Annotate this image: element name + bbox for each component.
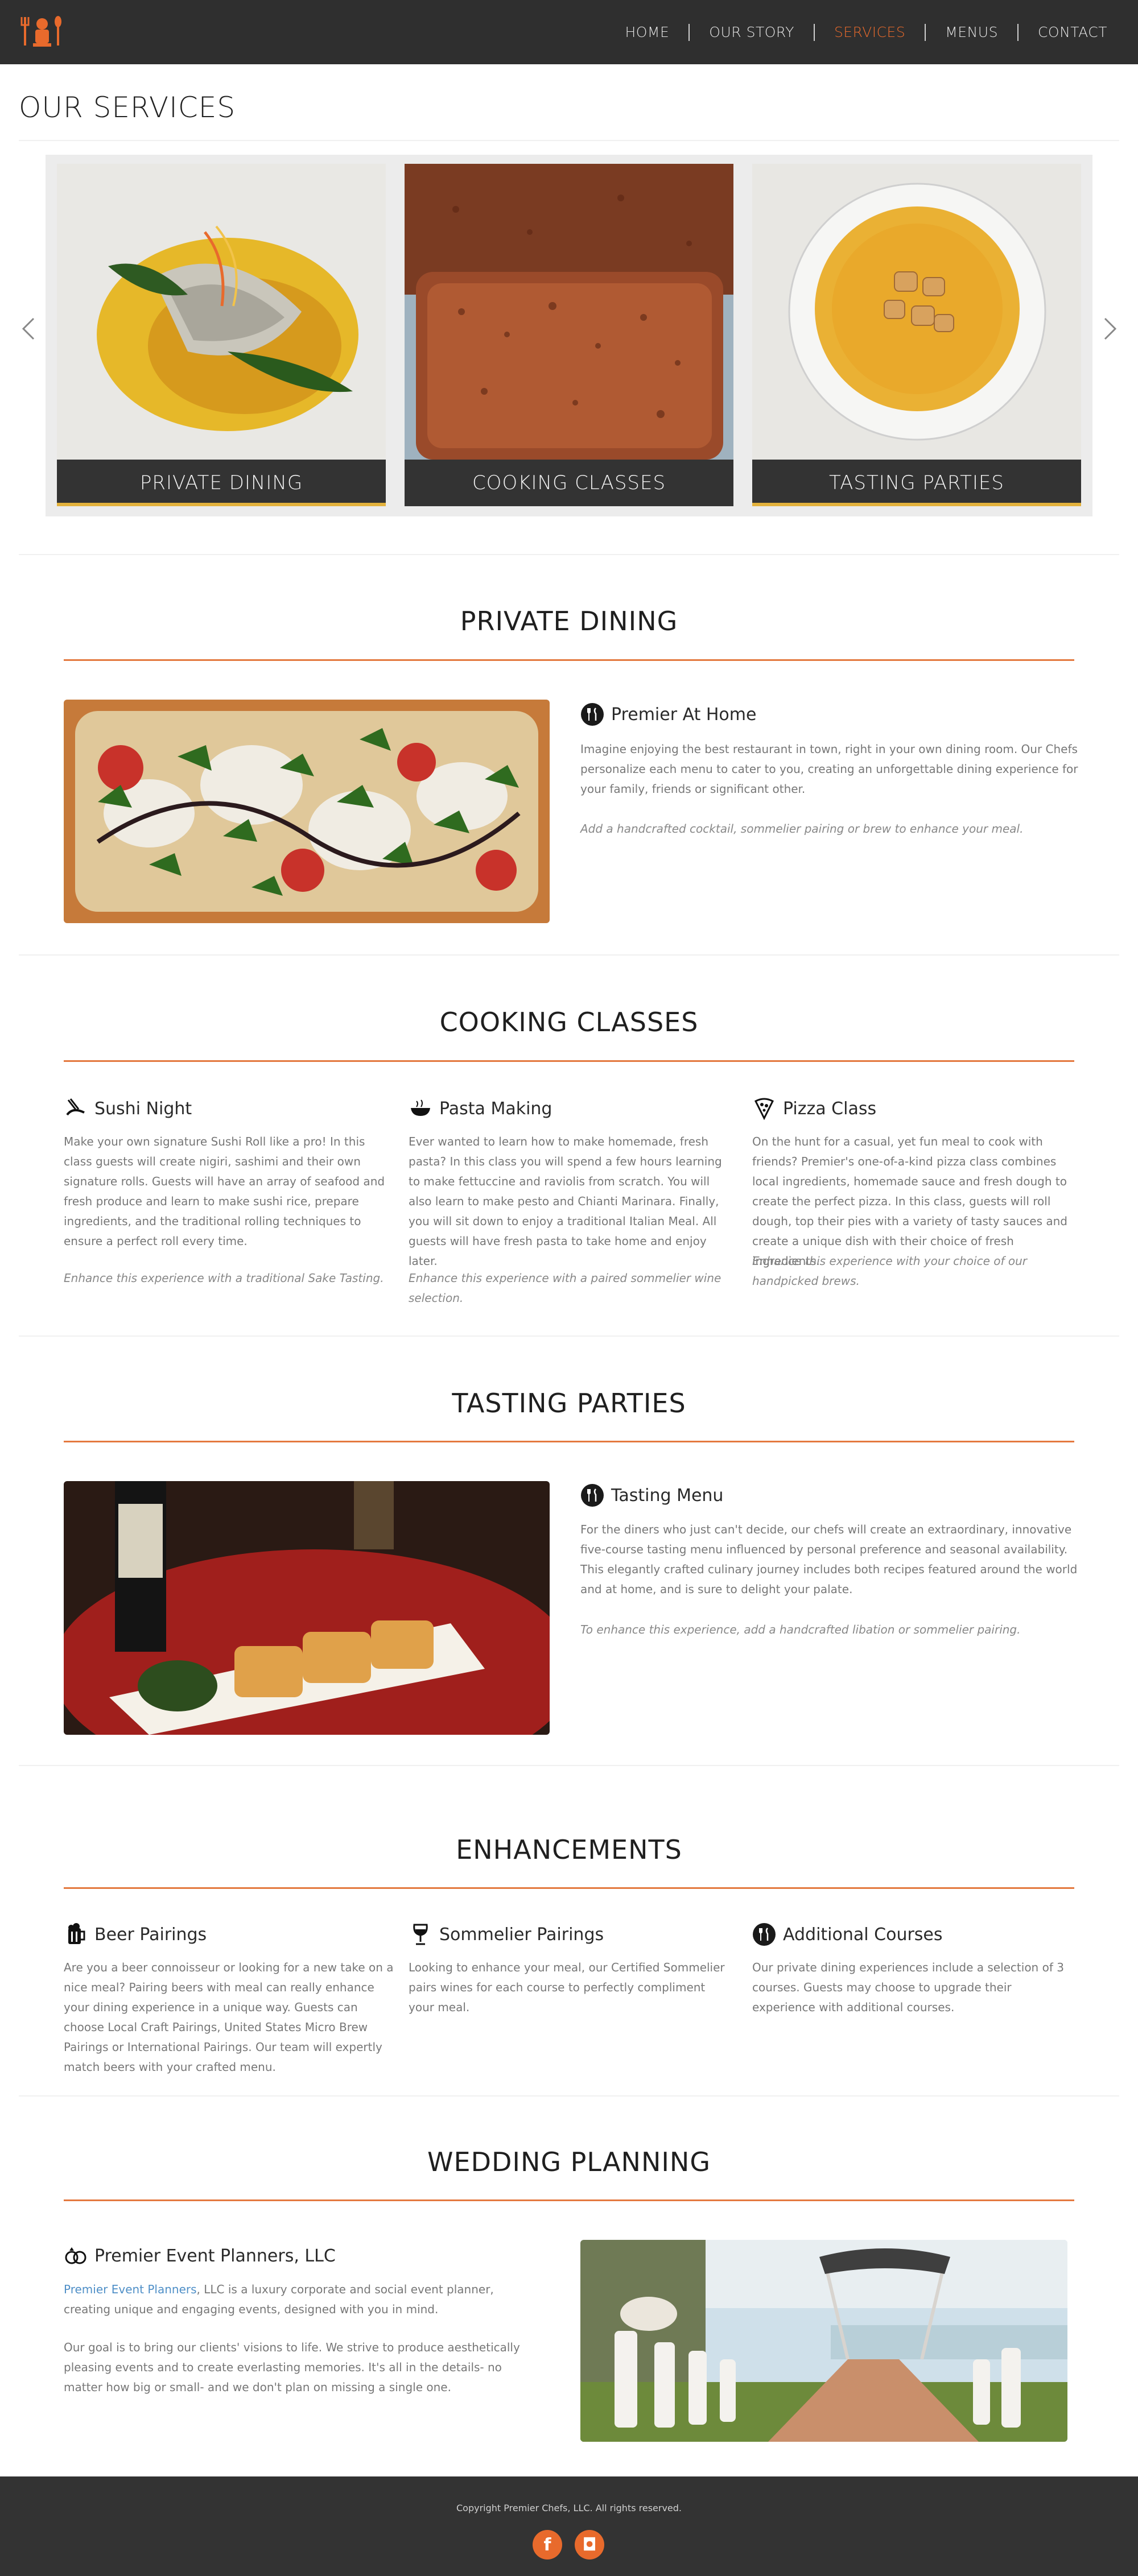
card-caption: COOKING CLASSES (405, 460, 733, 506)
copyright-text: Copyright Premier Chefs, LLC. All rights… (456, 2503, 682, 2513)
card-caption: PRIVATE DINING (57, 460, 386, 506)
section-rule (64, 1887, 1074, 1889)
fish-dish-image (57, 164, 386, 506)
class-description: On the hunt for a casual, yet fun meal t… (752, 1135, 1067, 1268)
wine-glass-icon (413, 1924, 428, 1945)
carousel-card-cooking-classes[interactable]: COOKING CLASSES (405, 164, 733, 506)
carousel-card-tasting-parties[interactable]: TASTING PARTIES (752, 164, 1081, 506)
feature-heading: Tasting Menu (580, 1483, 723, 1507)
enhancement-heading-courses: Additional Courses (752, 1922, 943, 1946)
carousel-next-arrow-icon[interactable] (1102, 316, 1119, 341)
facebook-icon[interactable]: f (533, 2530, 562, 2560)
footer (0, 2476, 1138, 2576)
section-title-enhancements: ENHANCEMENTS (456, 1834, 682, 1865)
feature-title: Premier At Home (611, 704, 757, 725)
enhancement-title: Sommelier Pairings (439, 1924, 604, 1945)
pizza-icon (754, 1098, 774, 1120)
feature-note: To enhance this experience, add a handcr… (580, 1623, 1021, 1636)
class-note: Enhance this experience with a tradition… (64, 1271, 384, 1285)
top-navigation-bar: HOME OUR STORY SERVICES MENUS CONTACT (0, 0, 1138, 64)
nav-menus[interactable]: MENUS (926, 24, 1017, 40)
section-divider (19, 954, 1119, 956)
utensils-icon (581, 703, 604, 726)
instagram-icon[interactable]: ◘ (575, 2530, 604, 2560)
section-divider (19, 2095, 1119, 2097)
utensils-icon (581, 1484, 604, 1507)
class-description: Make your own signature Sushi Roll like … (64, 1135, 385, 1248)
carousel-prev-arrow-icon[interactable] (20, 316, 37, 341)
feature-paragraph: Imagine enjoying the best restaurant in … (580, 742, 1078, 796)
section-divider (19, 1335, 1119, 1337)
main-nav: HOME OUR STORY SERVICES MENUS CONTACT (605, 0, 1127, 64)
class-heading-pizza: Pizza Class (752, 1097, 876, 1120)
page-title: OUR SERVICES (19, 91, 236, 124)
utensils-icon (753, 1923, 776, 1946)
enhancement-title: Beer Pairings (94, 1924, 207, 1945)
section-rule (64, 1060, 1074, 1062)
feature-heading: Premier Event Planners, LLC (64, 2244, 336, 2268)
chef-logo-icon[interactable] (19, 11, 65, 51)
class-note: Enhance this experience with a paired so… (409, 1271, 721, 1305)
wedding-paragraph-2: Our goal is to bring our clients' vision… (64, 2341, 520, 2394)
card-caption: TASTING PARTIES (752, 460, 1081, 506)
enhancement-description: Our private dining experiences include a… (752, 1961, 1064, 2014)
section-title-wedding-planning: WEDDING PLANNING (427, 2147, 711, 2177)
enhancement-description: Looking to enhance your meal, our Certif… (409, 1961, 725, 2014)
section-rule (64, 659, 1074, 661)
sushi-icon (66, 1098, 85, 1116)
pasta-bowl-icon (411, 1099, 430, 1116)
wedding-paragraph-1: Premier Event Planners, LLC is a luxury … (64, 2280, 542, 2319)
card-accent-line (57, 503, 386, 506)
section-title-cooking-classes: COOKING CLASSES (439, 1007, 699, 1037)
caprese-salad-image (64, 700, 550, 923)
wedding-ceremony-image (580, 2240, 1067, 2442)
card-caption-label: PRIVATE DINING (139, 472, 303, 494)
enhancement-description: Are you a beer connoisseur or looking fo… (64, 1961, 394, 2074)
beer-mug-icon (68, 1923, 85, 1944)
feature-heading: Premier At Home (580, 702, 756, 726)
class-title: Sushi Night (94, 1098, 192, 1119)
nav-our-story[interactable]: OUR STORY (690, 24, 814, 40)
feature-note: Add a handcrafted cocktail, sommelier pa… (580, 822, 1024, 836)
carousel-card-private-dining[interactable]: PRIVATE DINING (57, 164, 386, 506)
class-note: Enhance this experience with your choice… (752, 1254, 1027, 1288)
soup-bowl-image (752, 164, 1081, 506)
section-divider (19, 554, 1119, 555)
card-accent-line (752, 503, 1081, 506)
section-title-tasting-parties: TASTING PARTIES (452, 1388, 686, 1419)
class-heading-sushi: Sushi Night (64, 1097, 192, 1120)
class-title: Pizza Class (783, 1098, 877, 1119)
feature-title: Tasting Menu (611, 1485, 724, 1506)
event-planners-link[interactable]: Premier Event Planners (64, 2283, 197, 2296)
section-rule (64, 1441, 1074, 1442)
section-title-private-dining: PRIVATE DINING (460, 606, 678, 636)
class-heading-pasta: Pasta Making (409, 1097, 552, 1120)
class-description: Ever wanted to learn how to make homemad… (409, 1135, 722, 1268)
ribs-image (405, 164, 733, 506)
enhancement-heading-beer: Beer Pairings (64, 1922, 207, 1946)
class-title: Pasta Making (439, 1098, 552, 1119)
title-divider (19, 140, 1119, 141)
card-caption-label: TASTING PARTIES (829, 472, 1004, 494)
section-rule (64, 2199, 1074, 2201)
nav-home[interactable]: HOME (605, 24, 688, 40)
enhancement-heading-sommelier: Sommelier Pairings (409, 1922, 604, 1946)
wedding-rings-icon (65, 2247, 86, 2264)
nav-services[interactable]: SERVICES (815, 24, 925, 40)
ravioli-wine-image (64, 1481, 550, 1735)
enhancement-title: Additional Courses (783, 1924, 943, 1945)
card-caption-label: COOKING CLASSES (472, 472, 666, 494)
nav-contact[interactable]: CONTACT (1019, 24, 1127, 40)
feature-title: Premier Event Planners, LLC (94, 2246, 336, 2266)
feature-paragraph: For the diners who just can't decide, ou… (580, 1523, 1078, 1596)
section-divider (19, 1765, 1119, 1766)
